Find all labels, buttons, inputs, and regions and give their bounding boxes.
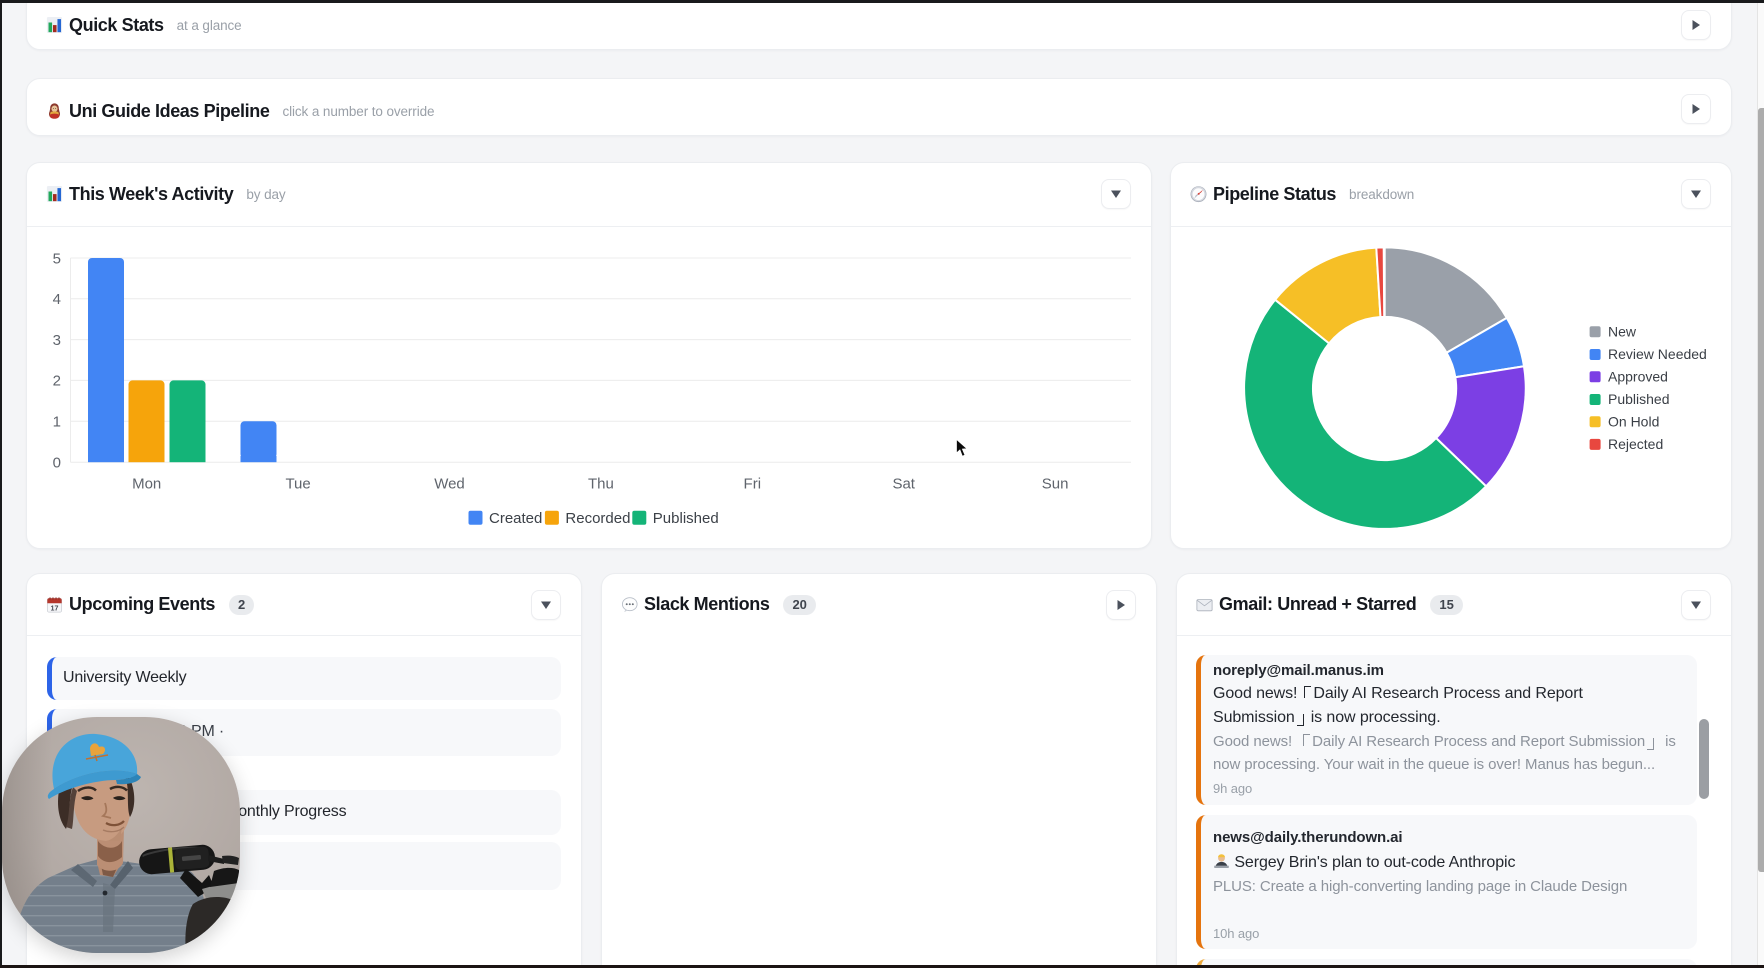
svg-text:Rejected: Rejected	[1608, 436, 1663, 452]
svg-text:1: 1	[53, 414, 61, 431]
svg-text:Published: Published	[653, 510, 719, 527]
svg-text:Fri: Fri	[744, 476, 762, 493]
svg-text:2: 2	[53, 373, 61, 390]
svg-text:Tue: Tue	[285, 476, 310, 493]
svg-text:Sat: Sat	[892, 476, 915, 493]
svg-text:New: New	[1608, 323, 1637, 339]
svg-text:Created: Created	[489, 510, 542, 527]
svg-text:Approved: Approved	[1608, 368, 1668, 384]
svg-text:3: 3	[53, 332, 61, 349]
svg-text:On Hold: On Hold	[1608, 413, 1659, 429]
svg-text:Wed: Wed	[434, 476, 465, 493]
svg-text:0: 0	[53, 454, 61, 471]
svg-text:Published: Published	[1608, 391, 1670, 407]
svg-text:Recorded: Recorded	[565, 510, 630, 527]
svg-text:5: 5	[53, 250, 61, 267]
svg-text:Mon: Mon	[132, 476, 161, 493]
svg-text:Thu: Thu	[588, 476, 614, 493]
svg-text:Sun: Sun	[1042, 476, 1069, 493]
svg-text:Review Needed: Review Needed	[1608, 346, 1707, 362]
svg-text:17: 17	[51, 604, 59, 612]
svg-text:4: 4	[53, 291, 61, 308]
